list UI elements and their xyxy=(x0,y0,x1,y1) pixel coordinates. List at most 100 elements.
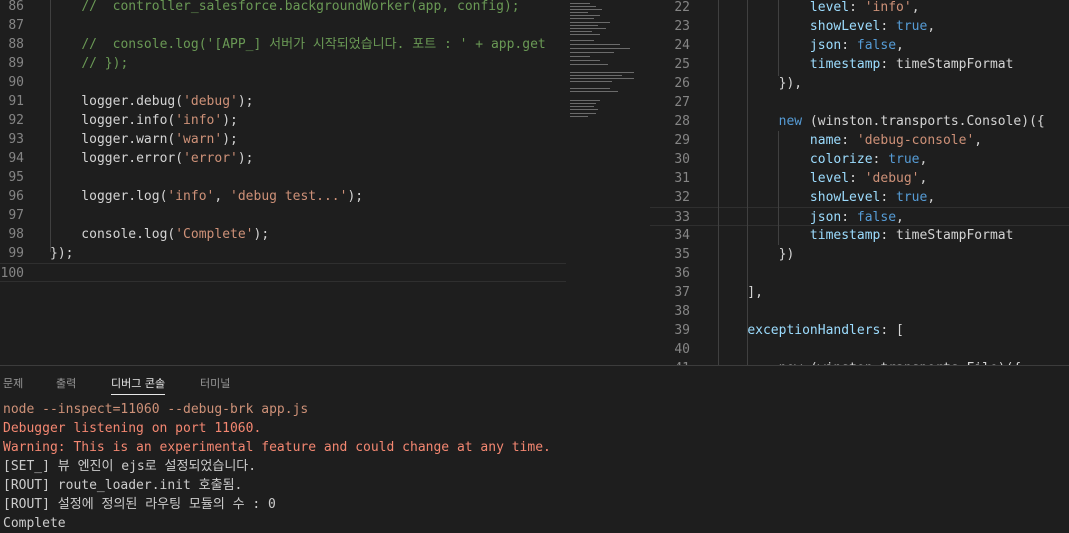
code-token: ); xyxy=(237,94,254,109)
code-line[interactable]: 40 xyxy=(650,340,1069,359)
code-line[interactable]: 29 name: 'debug-console', xyxy=(650,131,1069,150)
code-token: 'debug test...' xyxy=(230,189,348,204)
code-token: }) xyxy=(716,247,795,262)
line-number: 22 xyxy=(674,0,690,15)
code-token: , xyxy=(214,189,231,204)
minimap-line xyxy=(570,91,618,92)
code-text: timestamp: timeStampFormat xyxy=(716,226,1014,245)
code-line[interactable]: 98 console.log('Complete'); xyxy=(0,225,566,244)
code-text: logger.error('error'); xyxy=(50,149,253,168)
code-line[interactable]: 100 xyxy=(0,263,566,282)
code-token: , xyxy=(896,210,904,225)
line-number: 87 xyxy=(8,18,24,33)
console-line: Warning: This is an experimental feature… xyxy=(3,440,551,455)
code-text: console.log('Complete'); xyxy=(50,225,269,244)
code-line[interactable]: 38 xyxy=(650,302,1069,321)
code-line[interactable]: 26 }), xyxy=(650,74,1069,93)
line-number: 92 xyxy=(8,113,24,128)
line-number: 90 xyxy=(8,75,24,90)
code-token: }); xyxy=(50,246,74,261)
code-line[interactable]: 23 showLevel: true, xyxy=(650,17,1069,36)
code-token: 'debug' xyxy=(183,94,238,109)
right-code-lines[interactable]: 22 level: 'info', 23 showLevel: true, 24 j… xyxy=(650,0,1069,365)
right-editor-pane[interactable]: 22 level: 'info', 23 showLevel: true, 24 j… xyxy=(650,0,1069,365)
tab-output[interactable]: 출력 xyxy=(56,366,76,400)
code-token: level xyxy=(809,171,850,186)
debug-console-output[interactable]: node --inspect=11060 --debug-brk app.js D… xyxy=(3,400,1069,533)
code-token: 'warn' xyxy=(175,132,223,147)
code-line[interactable]: 93 logger.warn('warn'); xyxy=(0,130,566,149)
code-line[interactable]: 22 level: 'info', xyxy=(650,0,1069,17)
line-number: 94 xyxy=(8,151,24,166)
minimap-line xyxy=(570,22,610,23)
code-token: false xyxy=(856,210,897,225)
code-token: , xyxy=(927,19,936,34)
tab-terminal[interactable]: 터미널 xyxy=(200,366,230,400)
code-line[interactable]: 94 logger.error('error'); xyxy=(0,149,566,168)
bottom-panel: 문제 출력 디버그 콘솔 터미널 node --inspect=11060 --… xyxy=(0,365,1069,531)
line-number: 96 xyxy=(8,189,24,204)
code-line[interactable]: 95 xyxy=(0,168,566,187)
line-number: 36 xyxy=(674,266,690,281)
console-line: [SET_] 뷰 엔진이 ejs로 설정되었습니다. xyxy=(3,459,257,474)
code-token: logger.info( xyxy=(50,113,176,128)
code-line[interactable]: 89 // }); xyxy=(0,54,566,73)
code-line[interactable]: 36 xyxy=(650,264,1069,283)
code-line[interactable]: 30 colorize: true, xyxy=(650,150,1069,169)
minimap-line xyxy=(570,25,598,26)
indent-guide xyxy=(778,131,779,245)
line-number: 30 xyxy=(674,152,690,167)
line-number: 29 xyxy=(674,133,690,148)
code-line[interactable]: 27 xyxy=(650,93,1069,112)
code-line[interactable]: 92 logger.info('info'); xyxy=(0,111,566,130)
code-token: logger.log( xyxy=(50,189,168,204)
code-token: 'info' xyxy=(175,113,223,128)
minimap-line xyxy=(570,64,608,65)
code-text: // }); xyxy=(50,54,128,73)
left-editor-pane[interactable]: 86 // controller_salesforce.backgroundWo… xyxy=(0,0,566,365)
left-editor-minimap[interactable] xyxy=(566,0,636,365)
code-line[interactable]: 39 exceptionHandlers: [ xyxy=(650,321,1069,340)
code-text: }); xyxy=(50,244,73,263)
code-line[interactable]: 32 showLevel: true, xyxy=(650,188,1069,207)
code-line[interactable]: 34 timestamp: timeStampFormat xyxy=(650,226,1069,245)
code-line[interactable]: 87 xyxy=(0,16,566,35)
code-line[interactable]: 31 level: 'debug', xyxy=(650,169,1069,188)
code-line[interactable]: 96 logger.log('info', 'debug test...'); xyxy=(0,187,566,206)
line-number: 35 xyxy=(674,247,690,262)
code-token: ); xyxy=(253,227,270,242)
code-line[interactable]: 88 // console.log('[APP_] 서버가 시작되었습니다. 포… xyxy=(0,35,566,54)
code-line[interactable]: 86 // controller_salesforce.backgroundWo… xyxy=(0,0,566,16)
code-line[interactable]: 91 logger.debug('debug'); xyxy=(0,92,566,111)
line-number: 89 xyxy=(8,56,24,71)
left-code-lines[interactable]: 86 // controller_salesforce.backgroundWo… xyxy=(0,0,566,282)
code-line[interactable]: 97 xyxy=(0,206,566,225)
code-line[interactable]: 25 timestamp: timeStampFormat xyxy=(650,55,1069,74)
right-editor-minimap[interactable] xyxy=(634,0,650,365)
code-token: showLevel xyxy=(809,190,881,205)
line-number: 99 xyxy=(8,246,24,261)
line-number: 25 xyxy=(674,57,690,72)
minimap-line xyxy=(570,75,622,76)
tab-problems[interactable]: 문제 xyxy=(3,366,23,400)
code-line[interactable]: 35 }) xyxy=(650,245,1069,264)
code-token: : xyxy=(841,133,857,148)
code-token: // console.log('[APP_] 서버가 시작되었습니다. 포트 :… xyxy=(81,37,546,52)
code-text: showLevel: true, xyxy=(716,188,935,207)
line-number: 86 xyxy=(8,0,24,14)
code-line[interactable]: 37 ], xyxy=(650,283,1069,302)
tab-debug-console[interactable]: 디버그 콘솔 xyxy=(111,366,166,395)
line-number: 93 xyxy=(8,132,24,147)
line-number: 31 xyxy=(674,171,690,186)
code-line[interactable]: 33 json: false, xyxy=(650,207,1069,226)
code-line[interactable]: 90 xyxy=(0,73,566,92)
code-token: timestamp xyxy=(809,228,881,243)
line-number: 38 xyxy=(674,304,690,319)
code-line[interactable]: 99}); xyxy=(0,244,566,263)
code-line[interactable]: 24 json: false, xyxy=(650,36,1069,55)
code-line[interactable]: 28 new (winston.transports.Console)({ xyxy=(650,112,1069,131)
indent-guide xyxy=(50,0,51,252)
